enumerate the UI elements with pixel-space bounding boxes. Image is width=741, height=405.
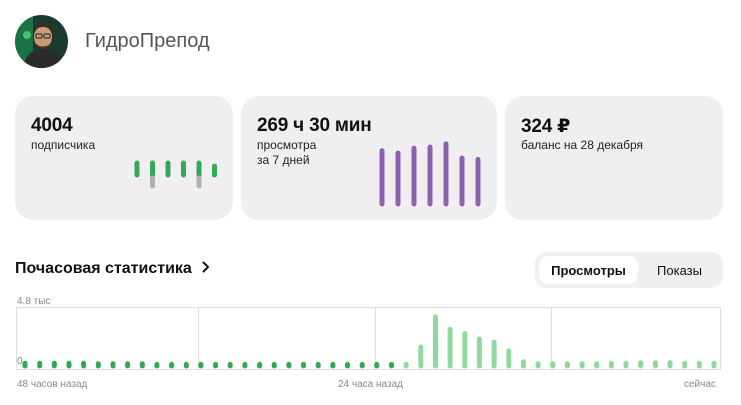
chevron-right-icon <box>202 260 210 278</box>
balance-caption: баланс на 28 декабря <box>521 138 643 152</box>
y-zero-label: 0 <box>17 356 23 367</box>
channel-header: ГидроПрепод <box>15 15 210 68</box>
watch-time-caption: просмотра <box>257 138 317 152</box>
balance-value: 324 ₽ <box>521 116 571 137</box>
watch-time-value: 269 ч 30 мин <box>257 115 372 136</box>
tab-views[interactable]: Просмотры <box>539 256 638 284</box>
y-max-label: 4.8 тыс <box>17 296 50 307</box>
hourly-stats-title: Почасовая статистика <box>15 260 192 277</box>
metric-toggle: Просмотры Показы <box>535 252 723 288</box>
tab-impressions[interactable]: Показы <box>640 256 719 284</box>
watch-time-card[interactable]: 269 ч 30 мин просмотра за 7 дней <box>241 96 497 220</box>
x-label-end: сейчас <box>684 379 716 390</box>
chart-frame <box>16 307 721 370</box>
hourly-chart: 4.8 тыс 0 48 часов назад 24 часа назад с… <box>16 296 721 390</box>
x-label-middle: 24 часа назад <box>338 379 403 390</box>
subscribers-mini-chart <box>134 160 217 189</box>
avatar[interactable] <box>15 15 68 68</box>
subscribers-count: 4004 <box>31 115 73 136</box>
watch-time-mini-chart <box>379 141 481 207</box>
subscribers-caption: подписчика <box>31 138 96 152</box>
avatar-portrait-icon <box>15 15 68 68</box>
x-label-start: 48 часов назад <box>17 379 88 390</box>
watch-time-period: за 7 дней <box>257 153 310 167</box>
subscribers-card[interactable]: 4004 подписчика <box>15 96 233 220</box>
hourly-stats-link[interactable]: Почасовая статистика <box>15 260 210 278</box>
channel-name[interactable]: ГидроПрепод <box>85 30 210 53</box>
balance-card[interactable]: 324 ₽ баланс на 28 декабря <box>505 96 723 220</box>
